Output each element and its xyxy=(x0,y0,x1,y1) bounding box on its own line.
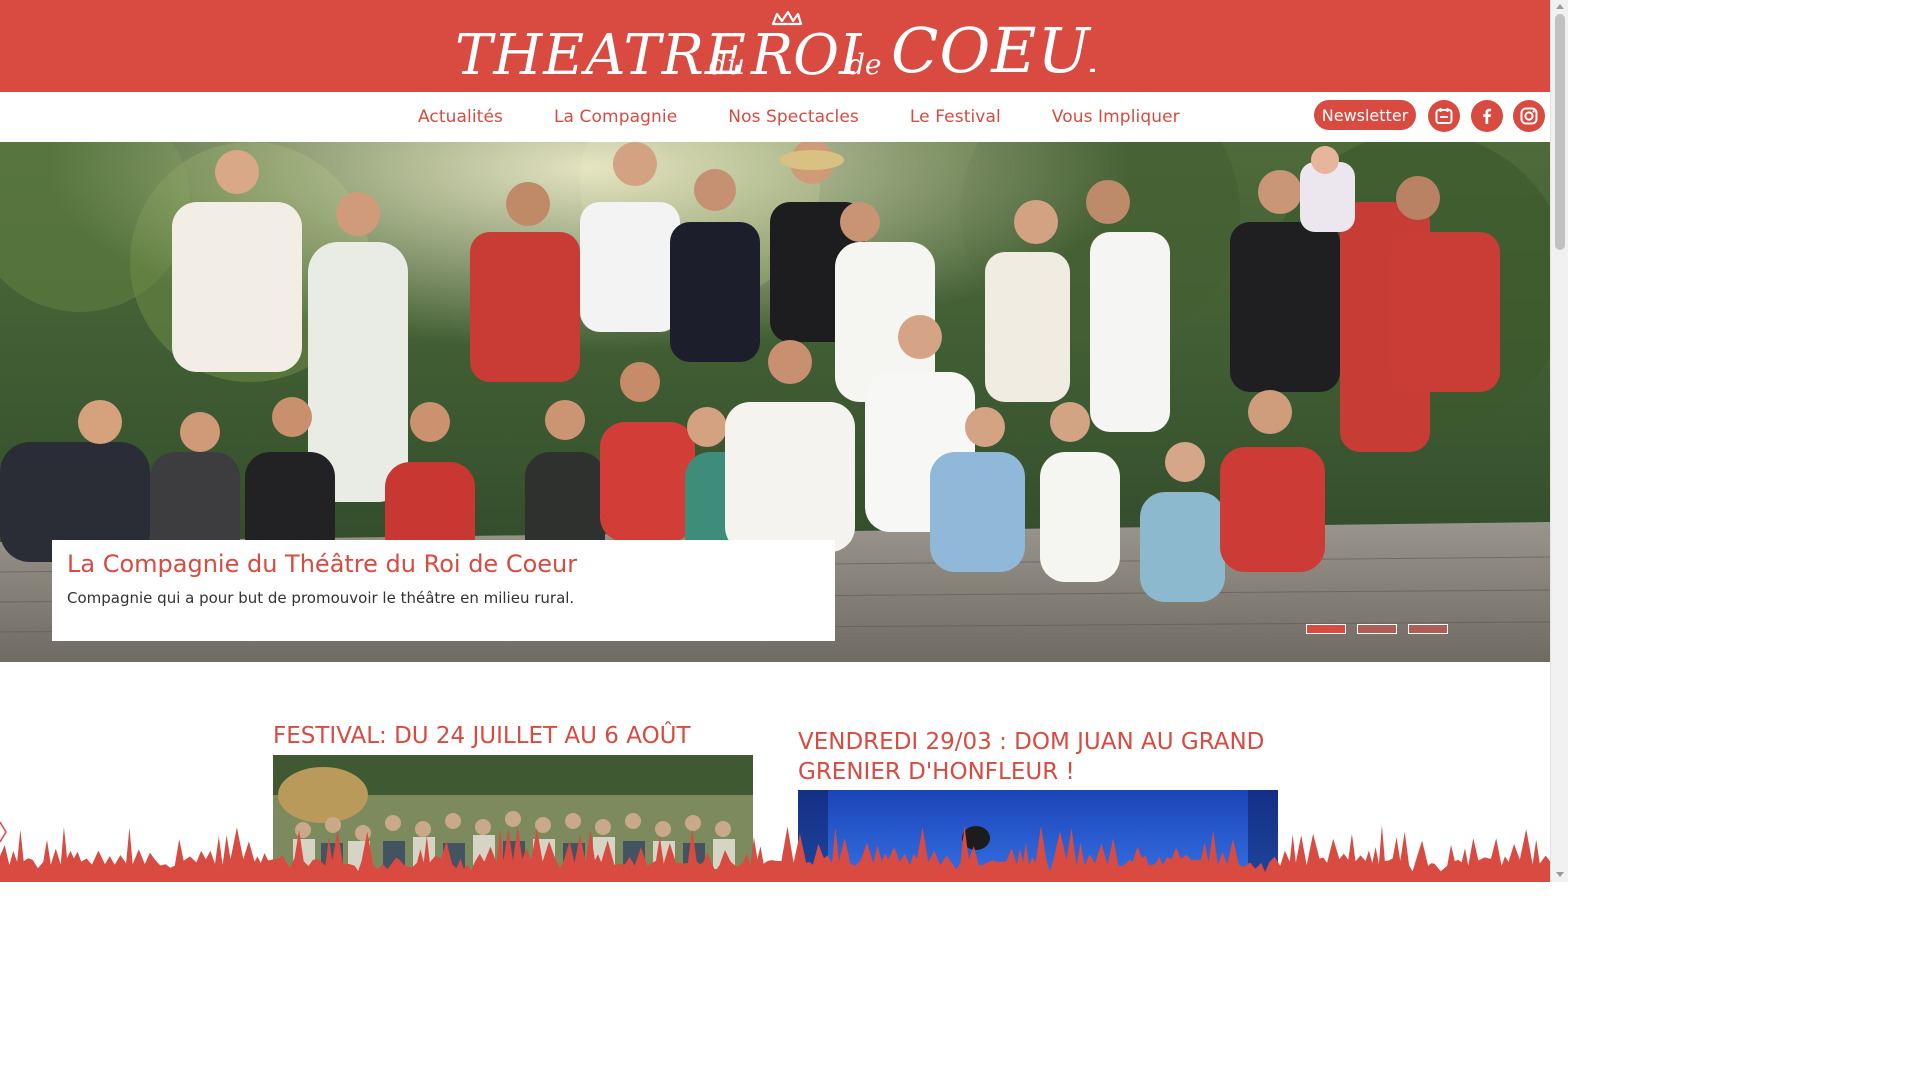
calendar-icon[interactable] xyxy=(1428,100,1460,132)
nav-link-la-compagnie[interactable]: La Compagnie xyxy=(554,107,677,127)
svg-text:THEATRE: THEATRE xyxy=(455,23,747,86)
page-scrollbar[interactable] xyxy=(1550,0,1568,882)
news-title-dom-juan[interactable]: VENDREDI 29/03 : DOM JUAN AU GRAND GRENI… xyxy=(798,727,1278,787)
grass-border xyxy=(0,821,1550,882)
newsletter-button[interactable]: Newsletter xyxy=(1314,100,1416,130)
instagram-icon[interactable] xyxy=(1513,100,1545,132)
slider-dot-1[interactable] xyxy=(1306,624,1346,634)
nav-link-actualites[interactable]: Actualités xyxy=(418,107,503,127)
nav-links: Actualités La Compagnie Nos Spectacles L… xyxy=(418,92,1180,142)
site-header: THEATRE du ROI de COEUR xyxy=(0,0,1550,92)
nav-link-le-festival[interactable]: Le Festival xyxy=(910,107,1001,127)
site-logo[interactable]: THEATRE du ROI de COEUR xyxy=(455,6,1095,86)
slider-dot-3[interactable] xyxy=(1408,624,1448,634)
svg-text:COEUR: COEUR xyxy=(891,14,1095,86)
slider-dot-2[interactable] xyxy=(1357,624,1397,634)
main-nav: Actualités La Compagnie Nos Spectacles L… xyxy=(0,92,1550,142)
hero-title[interactable]: La Compagnie du Théâtre du Roi de Coeur xyxy=(67,550,577,578)
scroll-thumb[interactable] xyxy=(1555,14,1565,250)
facebook-icon[interactable] xyxy=(1471,100,1503,132)
hero-slider[interactable]: La Compagnie du Théâtre du Roi de Coeur … xyxy=(0,142,1550,662)
hero-subtitle: Compagnie qui a pour but de promouvoir l… xyxy=(67,589,575,607)
hero-caption: La Compagnie du Théâtre du Roi de Coeur … xyxy=(52,540,835,641)
nav-link-nos-spectacles[interactable]: Nos Spectacles xyxy=(728,107,859,127)
nav-link-vous-impliquer[interactable]: Vous Impliquer xyxy=(1052,107,1180,127)
svg-text:du: du xyxy=(709,48,745,81)
svg-text:de: de xyxy=(847,48,882,81)
scroll-down-arrow-icon[interactable] xyxy=(1556,872,1564,877)
scroll-up-arrow-icon[interactable] xyxy=(1556,4,1564,9)
